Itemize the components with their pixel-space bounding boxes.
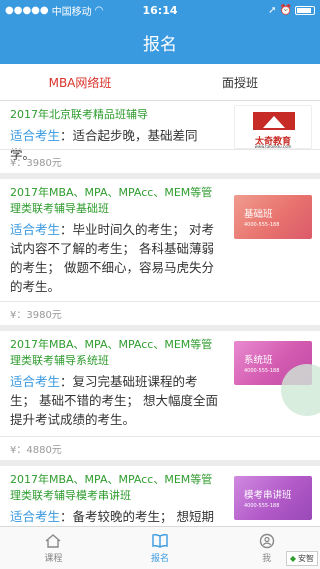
course-price: ¥：4880元	[10, 445, 62, 456]
course-title: 2017年MBA、MPA、MPAcc、MEM等管理类联考辅导系统班	[10, 338, 213, 367]
class-type-tabs: MBA网络班 面授班	[0, 64, 320, 101]
course-card[interactable]: 2017年北京联考精品班辅导 适合考生：适合起步晚，基础差同学。 太奇教育 ww…	[0, 101, 320, 173]
tabbar-item-enroll[interactable]: 报名	[107, 527, 214, 569]
price-row: ¥：3980元	[0, 149, 320, 173]
course-description: 适合考生：毕业时间久的考生； 对考试内容不了解的考生； 各科基础薄弱的考生； 做…	[10, 220, 222, 296]
thumbnail-phone: 4000-555-188	[244, 503, 280, 509]
thumbnail-label: 系统班	[244, 355, 273, 366]
course-price: ¥：3980元	[10, 158, 62, 169]
tabbar-label: 课程	[44, 553, 63, 564]
thumbnail-phone: 4000-555-188	[244, 368, 280, 374]
suitable-label: 适合考生	[10, 128, 61, 143]
course-thumbnail[interactable]: 太奇教育 www.taiqiedu.com	[234, 105, 312, 149]
watermark-text: 安智	[298, 554, 314, 563]
course-title: 2017年北京联考精品班辅导	[10, 108, 148, 121]
price-row: ¥：3980元	[0, 301, 320, 325]
tabbar-item-courses[interactable]: 课程	[0, 527, 107, 569]
nav-header: 报名	[0, 20, 320, 64]
suitable-label: 适合考生	[10, 374, 61, 389]
suitable-label: 适合考生	[10, 509, 61, 524]
course-thumbnail[interactable]: 基础班 4000-555-188	[234, 195, 312, 239]
price-row: ¥：4880元	[0, 436, 320, 460]
book-icon	[152, 533, 168, 548]
course-card[interactable]: 2017年MBA、MPA、MPAcc、MEM等管理类联考辅导系统班 适合考生：复…	[0, 331, 320, 460]
course-title: 2017年MBA、MPA、MPAcc、MEM等管理类联考辅导模考串讲班	[10, 473, 213, 502]
course-title: 2017年MBA、MPA、MPAcc、MEM等管理类联考辅导基础班	[10, 186, 213, 215]
status-bar: ●●●●● 中国移动 ◠ 16:14 ➚ ⏰	[0, 0, 320, 20]
home-icon	[45, 533, 61, 548]
course-list[interactable]: 2017年北京联考精品班辅导 适合考生：适合起步晚，基础差同学。 太奇教育 ww…	[0, 101, 320, 526]
course-description: 适合考生：复习完基础班课程的考生； 基础不错的考生； 想大幅度全面提升考试成绩的…	[10, 372, 222, 429]
user-icon	[259, 533, 274, 548]
watermark-logo-icon: ◆	[289, 554, 296, 563]
watermark: ◆ 安智	[285, 551, 318, 566]
course-card[interactable]: 2017年MBA、MPA、MPAcc、MEM等管理类联考辅导基础班 适合考生：毕…	[0, 179, 320, 325]
suitable-label: 适合考生	[10, 222, 61, 237]
battery-icon	[295, 5, 315, 15]
course-card[interactable]: 2017年MBA、MPA、MPAcc、MEM等管理类联考辅导模考串讲班 适合考生…	[0, 466, 320, 526]
course-thumbnail[interactable]: 模考串讲班 4000-555-188	[234, 476, 312, 520]
thumbnail-phone: 4000-555-188	[244, 222, 280, 228]
tab-in-person[interactable]: 面授班	[160, 64, 320, 100]
bottom-tab-bar: 课程 报名 我	[0, 526, 320, 569]
page-title: 报名	[143, 34, 177, 55]
taiqi-logo-icon	[253, 112, 295, 130]
status-time: 16:14	[142, 3, 178, 17]
tabbar-label: 我	[262, 553, 272, 564]
thumbnail-label: 基础班	[244, 209, 273, 220]
tabbar-label: 报名	[151, 553, 170, 564]
course-description: 适合考生：备考较晚的考生； 想短期大	[10, 507, 222, 526]
course-price: ¥：3980元	[10, 310, 62, 321]
thumbnail-label: 模考串讲班	[244, 490, 292, 501]
tab-mba-online[interactable]: MBA网络班	[0, 64, 160, 100]
